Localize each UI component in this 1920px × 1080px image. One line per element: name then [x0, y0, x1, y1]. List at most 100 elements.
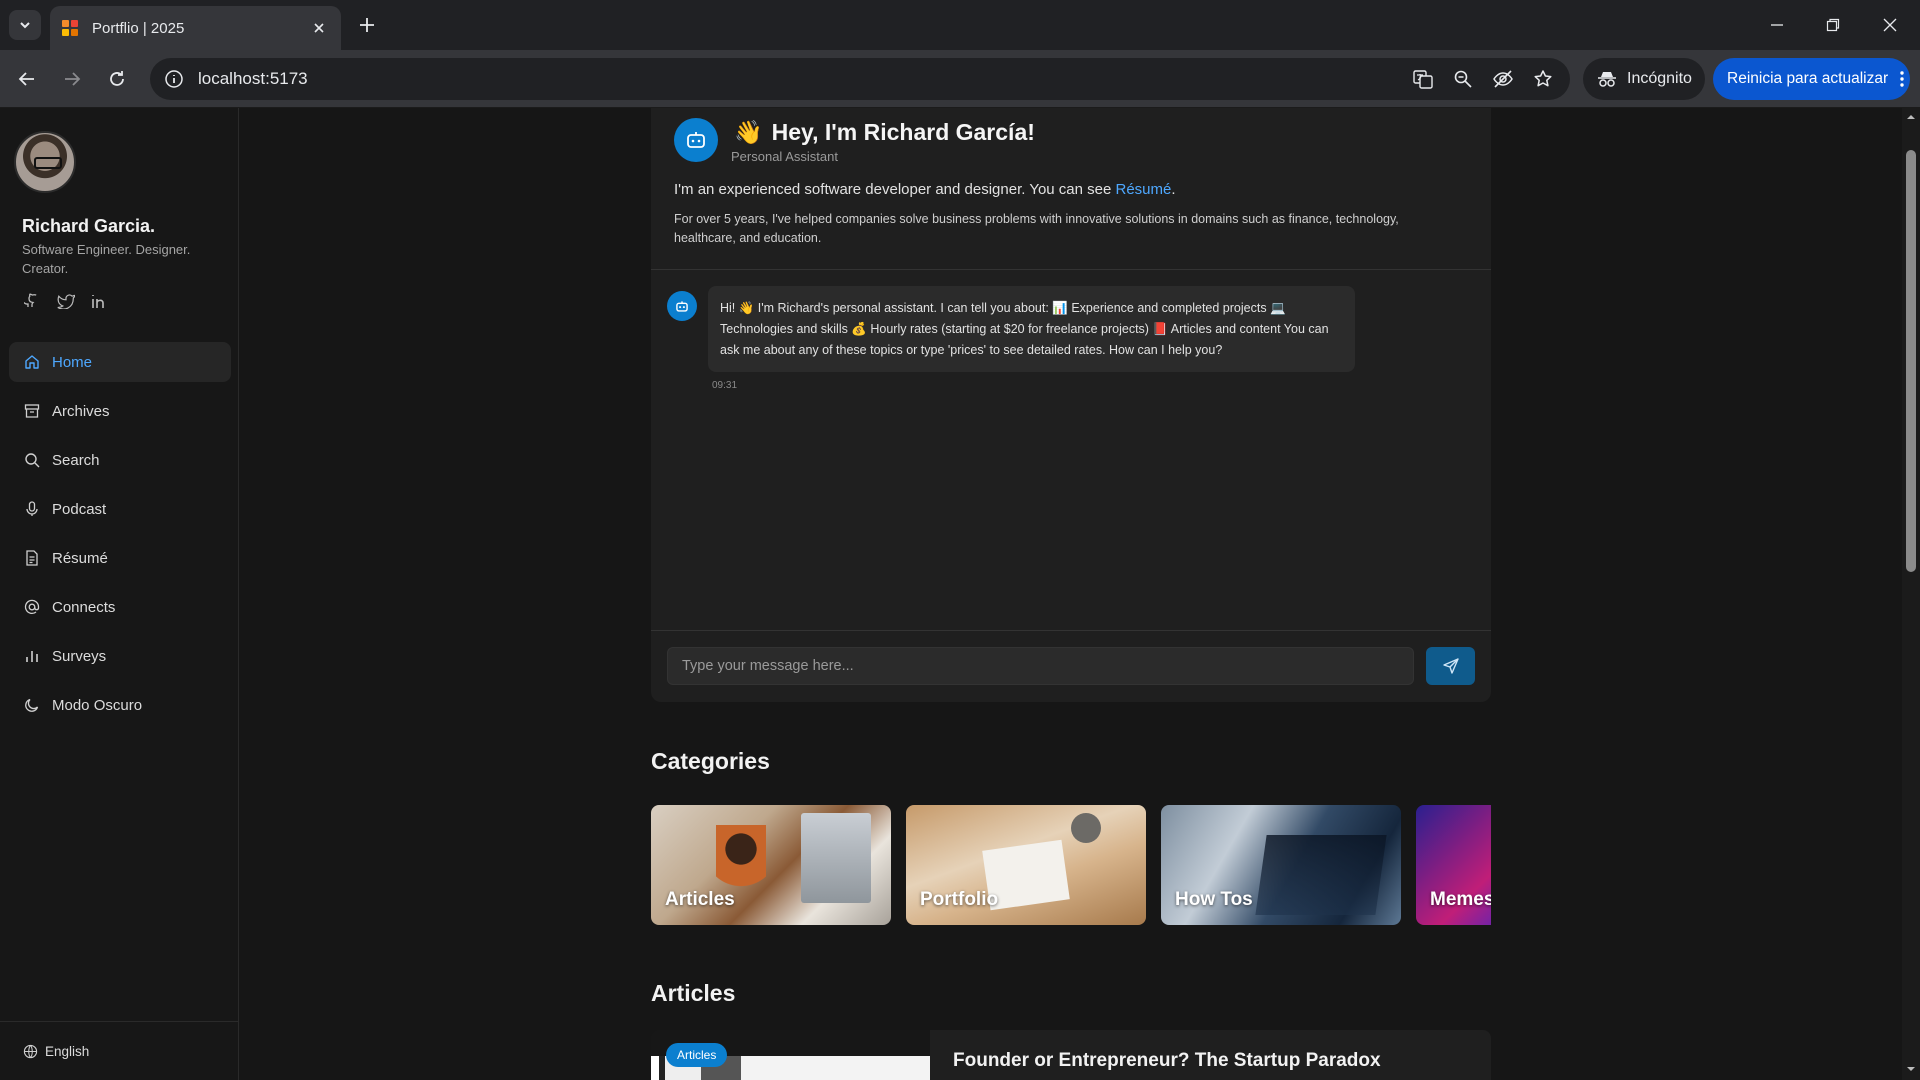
incognito-icon [1598, 72, 1616, 87]
at-icon [23, 598, 41, 616]
sidebar-item-label: Archives [52, 402, 110, 420]
sidebar-item-search[interactable]: Search [9, 440, 231, 480]
chat-title-text: Hey, I'm Richard García! [771, 119, 1035, 145]
robot-icon [674, 118, 718, 162]
sidebar-nav: Home Archives Search Podcast Résumé Conn… [9, 342, 231, 734]
incognito-button[interactable]: Incógnito [1583, 58, 1705, 100]
close-tab-icon[interactable] [309, 18, 329, 38]
scrollbar-thumb[interactable] [1906, 150, 1916, 572]
categories-heading: Categories [651, 748, 770, 774]
articles-heading: Articles [651, 980, 736, 1006]
document-icon [23, 549, 41, 567]
chat-input-divider [651, 630, 1491, 631]
archive-icon [23, 402, 41, 420]
assistant-message: Hi! 👋 I'm Richard's personal assistant. … [708, 286, 1355, 372]
intro-description: For over 5 years, I've helped companies … [674, 212, 1399, 245]
language-selector[interactable]: English [0, 1021, 238, 1080]
category-label: Portfolio [920, 889, 999, 910]
sidebar-item-label: Résumé [52, 549, 108, 567]
send-button[interactable] [1426, 647, 1475, 685]
url-text[interactable]: localhost:5173 [198, 69, 1410, 89]
minimize-icon[interactable] [1760, 10, 1794, 40]
categories-carousel: Articles Portfolio How Tos Memes [651, 805, 1491, 925]
sidebar: Richard Garcia. Software Engineer. Desig… [0, 108, 239, 1080]
update-label: Reinicia para actualizar [1727, 70, 1889, 87]
scroll-down-arrow-icon[interactable] [1906, 1064, 1916, 1074]
profile-tagline: Software Engineer. Designer. Creator. [22, 242, 191, 276]
twitter-icon[interactable] [56, 291, 76, 311]
category-label: Articles [665, 889, 735, 910]
browser-tab-active[interactable]: Portflio | 2025 [50, 6, 341, 50]
sidebar-item-label: Podcast [52, 500, 107, 518]
sidebar-item-podcast[interactable]: Podcast [9, 489, 231, 529]
scroll-up-arrow-icon[interactable] [1906, 112, 1916, 122]
home-icon [23, 353, 41, 371]
sidebar-item-dark-mode[interactable]: Modo Oscuro [9, 685, 231, 725]
category-card-memes[interactable]: Memes [1416, 805, 1491, 925]
moon-icon [23, 696, 41, 714]
browser-tab-strip: Portflio | 2025 [0, 0, 1920, 50]
waving-hand-icon: 👋 [734, 119, 763, 145]
sidebar-item-label: Home [52, 353, 93, 371]
chat-title: 👋 Hey, I'm Richard García! [734, 119, 1035, 146]
search-icon [23, 451, 41, 469]
article-title[interactable]: Founder or Entrepreneur? The Startup Par… [953, 1050, 1381, 1072]
translate-icon[interactable] [1410, 66, 1436, 92]
sidebar-item-home[interactable]: Home [9, 342, 231, 382]
chat-header-divider [651, 269, 1491, 270]
robot-icon [667, 291, 697, 321]
github-icon[interactable] [22, 291, 42, 311]
article-card[interactable]: Articles Founder or Entrepreneur? The St… [651, 1030, 1491, 1080]
sidebar-item-label: Modo Oscuro [52, 696, 143, 714]
sidebar-item-archives[interactable]: Archives [9, 391, 231, 431]
back-icon[interactable] [13, 65, 41, 93]
address-bar[interactable]: localhost:5173 [150, 58, 1570, 100]
page-scrollbar[interactable] [1902, 108, 1920, 1080]
browser-toolbar: localhost:5173 Incógnito Reinicia para a… [0, 50, 1920, 108]
sidebar-item-label: Search [52, 451, 100, 469]
category-label: Memes [1430, 889, 1491, 910]
globe-icon [23, 1044, 38, 1058]
zoom-icon[interactable] [1450, 66, 1476, 92]
resume-link[interactable]: Résumé [1116, 181, 1172, 198]
bar-chart-icon [23, 647, 41, 665]
category-card-portfolio[interactable]: Portfolio [906, 805, 1146, 925]
sidebar-item-surveys[interactable]: Surveys [9, 636, 231, 676]
linkedin-icon[interactable] [90, 291, 110, 311]
bookmark-star-icon[interactable] [1530, 66, 1556, 92]
close-window-icon[interactable] [1873, 10, 1907, 40]
intro-text-end: . [1171, 181, 1176, 198]
intro-text: I'm an experienced software developer an… [674, 181, 1176, 198]
category-card-how-tos[interactable]: How Tos [1161, 805, 1401, 925]
incognito-label: Incógnito [1627, 70, 1692, 87]
profile-name: Richard Garcia. [22, 216, 156, 236]
new-tab-icon[interactable] [355, 13, 379, 37]
sidebar-item-label: Surveys [52, 647, 107, 665]
avatar [14, 131, 76, 193]
chat-subtitle: Personal Assistant [731, 149, 838, 164]
microphone-icon [23, 500, 41, 518]
article-category-badge: Articles [666, 1043, 728, 1067]
send-icon [1442, 658, 1459, 674]
message-timestamp: 09:31 [712, 380, 738, 391]
sidebar-item-connects[interactable]: Connects [9, 587, 231, 627]
tab-search-button[interactable] [9, 10, 41, 40]
sidebar-item-resume[interactable]: Résumé [9, 538, 231, 578]
sidebar-item-label: Connects [52, 598, 116, 616]
restore-icon[interactable] [1816, 10, 1850, 40]
message-input[interactable] [667, 647, 1414, 685]
page-content: Richard Garcia. Software Engineer. Desig… [0, 108, 1920, 1080]
intro-text-body: I'm an experienced software developer an… [674, 181, 1116, 198]
social-links [22, 291, 110, 311]
tab-title: Portflio | 2025 [92, 19, 185, 37]
reload-icon[interactable] [103, 65, 131, 93]
chevron-down-icon [20, 22, 30, 29]
language-label: English [45, 1043, 90, 1059]
chat-assistant-card: 👋 Hey, I'm Richard García! Personal Assi… [651, 108, 1491, 702]
eye-off-icon[interactable] [1490, 66, 1516, 92]
forward-icon[interactable] [58, 65, 86, 93]
more-vertical-icon[interactable] [1900, 71, 1904, 87]
update-button[interactable]: Reinicia para actualizar [1713, 58, 1910, 100]
site-info-icon[interactable] [164, 69, 184, 89]
category-card-articles[interactable]: Articles [651, 805, 891, 925]
